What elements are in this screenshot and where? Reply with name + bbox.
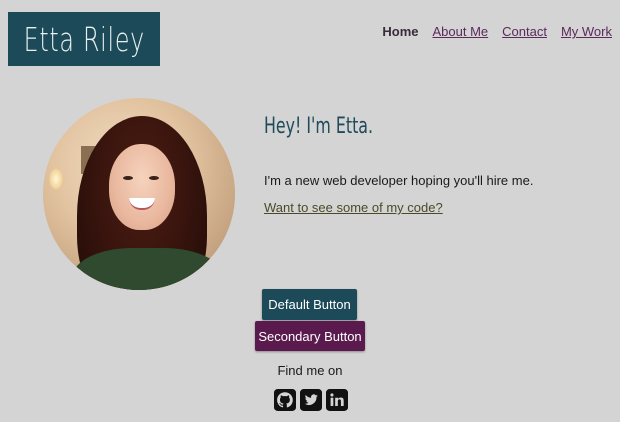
photo-eye-left	[123, 176, 133, 180]
hero-intro: I'm a new web developer hoping you'll hi…	[264, 173, 534, 188]
social-links	[274, 389, 348, 411]
photo-face	[109, 144, 175, 230]
site-logo[interactable]: Etta Riley	[8, 12, 160, 66]
hero-greeting: Hey! I'm Etta.	[264, 114, 374, 139]
find-me-label: Find me on	[277, 363, 343, 378]
logo-text: Etta Riley	[23, 19, 145, 59]
profile-photo	[43, 98, 235, 290]
nav-home[interactable]: Home	[382, 24, 418, 39]
nav-my-work[interactable]: My Work	[561, 24, 612, 39]
photo-eye-right	[149, 176, 159, 180]
code-link[interactable]: Want to see some of my code?	[264, 200, 443, 215]
default-button[interactable]: Default Button	[262, 289, 357, 320]
github-icon[interactable]	[274, 389, 296, 411]
nav-contact[interactable]: Contact	[502, 24, 547, 39]
secondary-button[interactable]: Secondary Button	[255, 321, 365, 351]
nav-about-me[interactable]: About Me	[432, 24, 488, 39]
linkedin-icon[interactable]	[326, 389, 348, 411]
main-nav: Home About Me Contact My Work	[382, 24, 612, 39]
twitter-icon[interactable]	[300, 389, 322, 411]
photo-sweater	[73, 248, 223, 290]
photo-lamp	[49, 168, 63, 190]
